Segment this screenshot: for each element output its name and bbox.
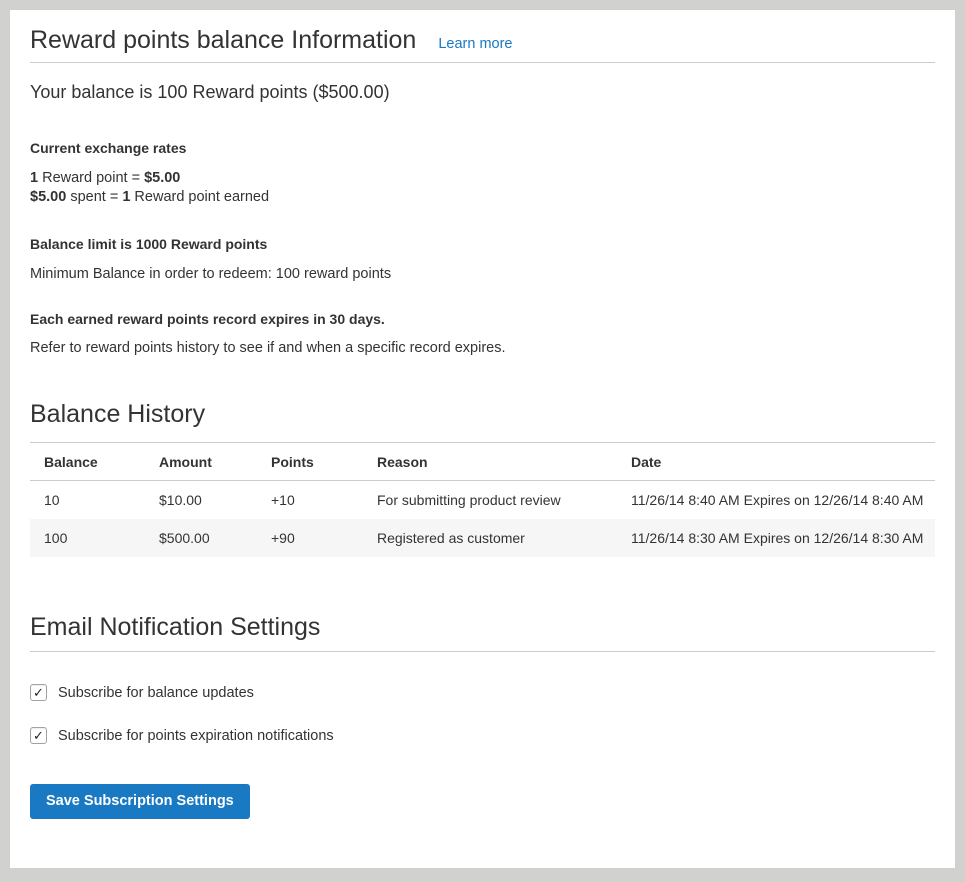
column-header-points: Points bbox=[261, 443, 367, 481]
balance-history-title: Balance History bbox=[30, 400, 935, 429]
balance-limit-text: Balance limit is 1000 Reward points bbox=[30, 236, 935, 252]
cell-reason: Registered as customer bbox=[367, 519, 621, 557]
rate2-text-end: Reward point earned bbox=[130, 189, 269, 205]
column-header-date: Date bbox=[621, 443, 935, 481]
points-expiration-option: ✓ Subscribe for points expiration notifi… bbox=[30, 727, 935, 744]
column-header-balance: Balance bbox=[30, 443, 149, 481]
rate2-text: spent = bbox=[66, 189, 122, 205]
cell-balance: 100 bbox=[30, 519, 149, 557]
exchange-rate-line-1: 1 Reward point = $5.00 bbox=[30, 170, 180, 186]
page-title: Reward points balance Information bbox=[30, 26, 416, 55]
header-divider bbox=[30, 62, 935, 63]
cell-balance: 10 bbox=[30, 481, 149, 520]
balance-updates-label[interactable]: Subscribe for balance updates bbox=[58, 685, 254, 701]
rate2-amount: $5.00 bbox=[30, 189, 66, 205]
card-header: Reward points balance Information Learn … bbox=[30, 26, 935, 55]
reward-points-card: Reward points balance Information Learn … bbox=[10, 10, 955, 868]
column-header-reason: Reason bbox=[367, 443, 621, 481]
balance-updates-option: ✓ Subscribe for balance updates bbox=[30, 684, 935, 701]
checkmark-icon: ✓ bbox=[33, 686, 44, 699]
expiration-notice: Each earned reward points record expires… bbox=[30, 311, 935, 327]
exchange-rates-heading: Current exchange rates bbox=[30, 140, 935, 156]
rate1-amount: $5.00 bbox=[144, 170, 180, 186]
minimum-balance-text: Minimum Balance in order to redeem: 100 … bbox=[30, 266, 935, 282]
learn-more-link[interactable]: Learn more bbox=[438, 36, 512, 52]
checkmark-icon: ✓ bbox=[33, 729, 44, 742]
points-expiration-label[interactable]: Subscribe for points expiration notifica… bbox=[58, 728, 334, 744]
points-expiration-checkbox[interactable]: ✓ bbox=[30, 727, 47, 744]
table-header-row: Balance Amount Points Reason Date bbox=[30, 443, 935, 481]
table-row: 10 $10.00 +10 For submitting product rev… bbox=[30, 481, 935, 520]
rate1-text: Reward point = bbox=[38, 170, 144, 186]
email-settings-title: Email Notification Settings bbox=[30, 613, 935, 642]
balance-summary-text: Your balance is 100 Reward points ($500.… bbox=[30, 82, 935, 103]
expiration-hint: Refer to reward points history to see if… bbox=[30, 340, 935, 356]
cell-points: +90 bbox=[261, 519, 367, 557]
cell-points: +10 bbox=[261, 481, 367, 520]
cell-amount: $10.00 bbox=[149, 481, 261, 520]
exchange-rate-line-2: $5.00 spent = 1 Reward point earned bbox=[30, 189, 269, 205]
cell-reason: For submitting product review bbox=[367, 481, 621, 520]
cell-date: 11/26/14 8:30 AM Expires on 12/26/14 8:3… bbox=[621, 519, 935, 557]
email-settings-divider bbox=[30, 651, 935, 652]
balance-updates-checkbox[interactable]: ✓ bbox=[30, 684, 47, 701]
exchange-rates-lines: 1 Reward point = $5.00 $5.00 spent = 1 R… bbox=[30, 169, 935, 207]
rate1-points: 1 bbox=[30, 170, 38, 186]
cell-date: 11/26/14 8:40 AM Expires on 12/26/14 8:4… bbox=[621, 481, 935, 520]
column-header-amount: Amount bbox=[149, 443, 261, 481]
balance-history-table: Balance Amount Points Reason Date 10 $10… bbox=[30, 442, 935, 557]
table-row: 100 $500.00 +90 Registered as customer 1… bbox=[30, 519, 935, 557]
save-subscription-settings-button[interactable]: Save Subscription Settings bbox=[30, 784, 250, 819]
cell-amount: $500.00 bbox=[149, 519, 261, 557]
